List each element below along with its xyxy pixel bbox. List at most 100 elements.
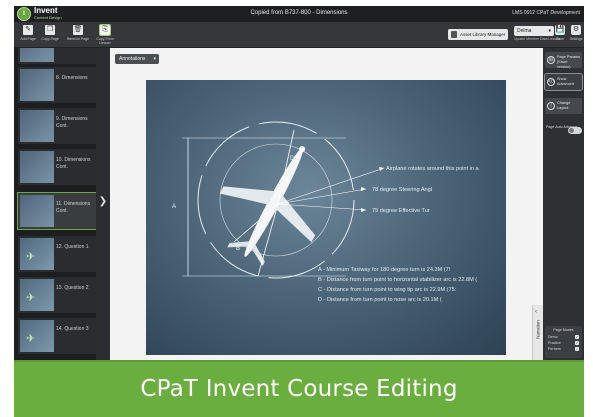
course-editing-banner: CPaT Invent Course Editing: [14, 360, 584, 417]
slide-thumbnail: [20, 48, 54, 62]
slide-label: 10. Dimensions Cont.: [56, 157, 91, 170]
checkbox-checked-icon[interactable]: ✓: [575, 347, 579, 351]
annotations-label: Annotations: [119, 56, 146, 62]
page-params-button[interactable]: ⊞ Page Params (Short version): [545, 52, 582, 69]
checkbox-checked-icon[interactable]: ✓: [575, 335, 579, 339]
chevron-right-icon[interactable]: ❯: [98, 196, 108, 208]
asset-library-label: Asset Library Manager: [460, 32, 506, 37]
airplane-graphic: [219, 146, 316, 267]
airplane-fuselage: [244, 147, 304, 257]
remove-page-label: Remove Page: [66, 37, 90, 41]
dimension-letter: D: [290, 156, 295, 162]
slide-item[interactable]: ✈ 12. Question 1: [18, 236, 96, 272]
slide-image[interactable]: A B C D Airplane rotates around this poi…: [146, 80, 506, 355]
slide-item[interactable]: 10. Dimensions Cont.: [18, 149, 96, 185]
add-page-label: Add Page: [20, 37, 36, 41]
asset-library-icon: [451, 31, 457, 38]
slide-label: 9. Dimensions Cont.: [56, 116, 88, 129]
right-rail: ⊞ Page Params (Short version) </> Show A…: [543, 48, 584, 360]
page-modes-title: Page Modes: [553, 328, 574, 332]
slide-item[interactable]: 8. Dimensions: [18, 67, 96, 103]
title-bar: i Invent Content Design Copied from B737…: [14, 6, 584, 22]
legend-line: B - Distance from turn point to horizont…: [318, 277, 477, 283]
banner-divider: [14, 360, 584, 362]
turning-radius-diagram: A B C D Airplane rotates around this poi…: [172, 121, 480, 303]
dimension-letter: A: [172, 204, 176, 210]
page-mode-label: Demo: [548, 335, 558, 339]
gear-icon: ⚙: [571, 25, 581, 35]
toggle-knob: [569, 128, 574, 133]
slide-thumbnail: [20, 151, 54, 183]
page-auto-advance-toggle[interactable]: [568, 127, 582, 134]
slide-item-active[interactable]: 11. Dimensions Cont.: [17, 192, 96, 230]
slide-thumbnail: ✈: [20, 238, 54, 270]
arrowhead: [361, 187, 366, 191]
screenshot-frame: i Invent Content Design Copied from B737…: [0, 0, 593, 417]
change-layout-label: Change Layout: [557, 101, 571, 110]
checkbox-checked-icon[interactable]: ✓: [575, 341, 579, 345]
dimension-letter: B: [236, 246, 240, 252]
page-modes-panel: Page Modes Demo ✓ Practice ✓ Perform ✓: [545, 326, 582, 358]
slide-thumbnail: [20, 110, 54, 142]
code-icon: </>: [547, 78, 556, 86]
environment-label: LMS 0912 CPaT Development: [512, 10, 580, 16]
legend-line: A - Minimum Taxiway for 180 degree turn …: [318, 267, 451, 273]
annotations-dropdown[interactable]: Annotations ▾: [115, 54, 159, 64]
banner-title: CPaT Invent Course Editing: [140, 376, 458, 402]
remove-page-button[interactable]: 🗑 Remove Page: [66, 25, 90, 41]
page-auto-advance-row: Page Auto Advance: [546, 125, 582, 134]
slide-thumbnail: ✈: [20, 320, 54, 352]
trash-icon: 🗑: [73, 25, 83, 35]
page-mode-label: Practice: [548, 341, 561, 345]
page-params-label: Page Params (Short version): [557, 55, 581, 69]
slide-label: 14. Question 3: [56, 326, 89, 332]
arrowhead: [361, 208, 366, 212]
slide-item[interactable]: [18, 48, 96, 64]
page-params-icon: ⊞: [547, 56, 555, 64]
slide-panel-handle[interactable]: ❯: [96, 48, 110, 360]
legend-line: C - Distance from turn point to wing tip…: [318, 287, 457, 293]
info-icon: i: [547, 102, 555, 110]
callout-text: 78 degree Steering Angl: [372, 187, 432, 193]
document-title: Copied from B737-800 - Dimensions: [250, 10, 348, 16]
show-advanced-label: Show Advanced: [557, 77, 574, 86]
callout-text: 75 degree Effective Tur: [372, 208, 430, 214]
slide-list[interactable]: 8. Dimensions 9. Dimensions Cont. 10. Di…: [14, 48, 96, 360]
slide-label: 13. Question 2: [56, 285, 89, 291]
copy-from-lesson-icon: ⎘: [99, 24, 111, 36]
narration-label: Narration: [535, 320, 541, 339]
slide-item[interactable]: ✈ 13. Question 2: [18, 277, 96, 313]
page-mode-row[interactable]: Perform ✓: [548, 346, 579, 352]
copy-from-lesson-button[interactable]: ⎘ Copy From Lesson: [92, 24, 118, 45]
slide-label: 12. Question 1: [56, 244, 89, 250]
copy-page-button[interactable]: ❐ Copy Page: [40, 25, 60, 41]
settings-button[interactable]: ⚙ Settings: [566, 25, 586, 41]
slide-thumbnail: ✈: [20, 279, 54, 311]
slide-thumbnail: [20, 195, 54, 227]
toolbar: ✎ Add Page ❐ Copy Page 🗑 Remove Page ⎘ C…: [14, 22, 584, 48]
page-mode-label: Perform: [548, 347, 561, 351]
airplane-icon: ✈: [26, 292, 36, 304]
narration-tab[interactable]: ‹ Narration: [532, 305, 543, 360]
editor-canvas: Annotations ▾ A B C D Airplane rotates a…: [110, 48, 543, 360]
show-advanced-button[interactable]: </> Show Advanced: [544, 73, 583, 91]
slide-item[interactable]: ✈ 14. Question 3: [18, 318, 96, 354]
add-page-button[interactable]: ✎ Add Page: [18, 25, 38, 41]
save-label: Save: [556, 37, 564, 41]
language-select-box[interactable]: Delma ▾: [514, 26, 554, 36]
change-layout-button[interactable]: i Change Layout: [545, 98, 582, 114]
save-icon: 💾: [555, 25, 565, 35]
asset-library-manager-button[interactable]: Asset Library Manager: [448, 29, 508, 40]
slide-item[interactable]: 9. Dimensions Cont.: [18, 108, 96, 144]
slide-thumbnail: [20, 69, 54, 101]
chevron-down-icon: ▾: [153, 56, 156, 62]
legend-line: D - Distance from turn point to nose arc…: [318, 297, 442, 303]
language-value: Delma: [517, 28, 532, 34]
copy-page-icon: ❐: [45, 25, 55, 35]
copy-page-label: Copy Page: [41, 37, 59, 41]
airplane-icon: ✈: [26, 333, 36, 345]
airplane-icon: ✈: [26, 251, 36, 263]
callout-leader-2: [277, 188, 367, 205]
dimension-letter: C: [258, 256, 263, 262]
settings-label: Settings: [569, 37, 583, 41]
